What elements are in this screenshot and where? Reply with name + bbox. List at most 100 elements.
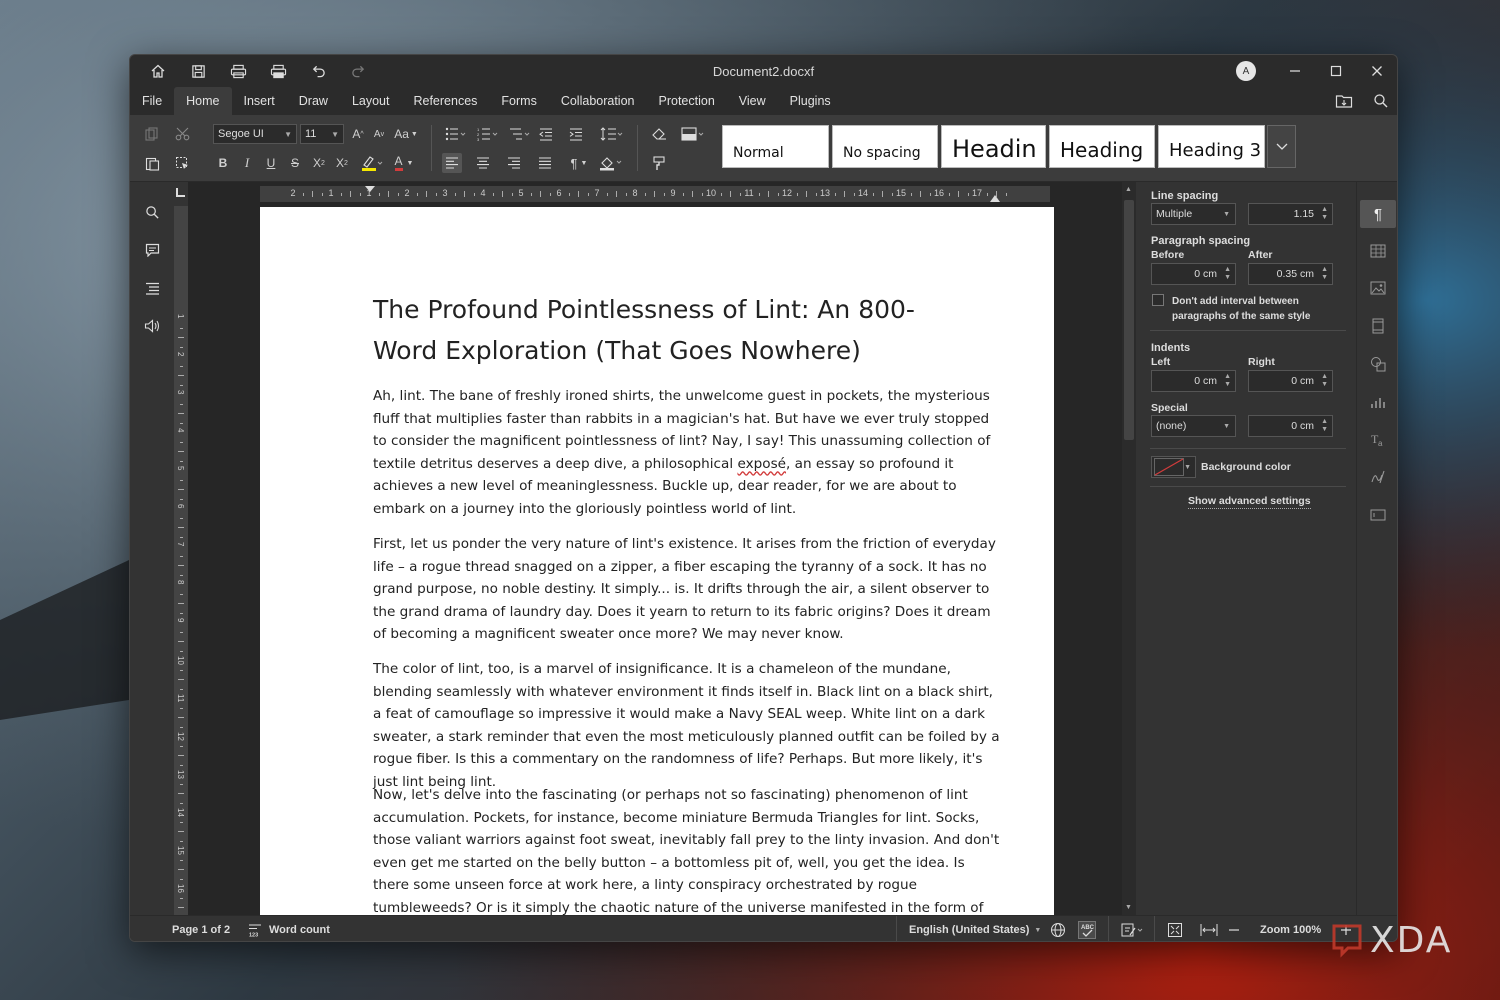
print-icon[interactable] [218, 55, 258, 87]
menu-file[interactable]: File [130, 87, 174, 115]
select-all-icon[interactable] [172, 153, 192, 173]
close-button[interactable] [1356, 55, 1397, 87]
font-color-button[interactable]: A ▼ [390, 153, 418, 173]
tab-type-icon[interactable] [176, 188, 185, 197]
chart-settings-icon[interactable] [1367, 391, 1389, 413]
search-icon[interactable] [1373, 93, 1389, 109]
bold-button[interactable]: B [214, 153, 232, 173]
menu-protection[interactable]: Protection [647, 87, 727, 115]
spacing-after-field[interactable]: 0.35 cm ▲ ▼ [1248, 263, 1333, 285]
document-page[interactable]: The Profound Pointlessness of Lint: An 8… [260, 207, 1054, 915]
comments-icon[interactable] [142, 240, 162, 260]
image-settings-icon[interactable] [1367, 277, 1389, 299]
paragraph-settings-icon[interactable]: ¶ [1360, 200, 1396, 228]
align-right-button[interactable] [504, 153, 524, 173]
indent-right-field[interactable]: 0 cm ▲ ▼ [1248, 370, 1333, 392]
decrease-font-button[interactable]: Av [370, 124, 388, 144]
show-formatting-marks-icon[interactable]: ¶ ▼ [566, 153, 592, 173]
special-indent-select[interactable]: (none) ▼ [1151, 415, 1236, 437]
language-selector[interactable]: English (United States) ▼ [896, 916, 1041, 941]
background-color-picker[interactable]: ▼ [1151, 456, 1196, 478]
scroll-up-icon[interactable]: ▲ [1125, 186, 1132, 193]
styles-expand-button[interactable] [1267, 125, 1296, 168]
text-art-settings-icon[interactable]: Ta [1367, 429, 1389, 451]
open-file-location-icon[interactable] [1335, 93, 1353, 109]
track-changes-icon[interactable] [1108, 916, 1145, 941]
minimize-button[interactable] [1274, 55, 1315, 87]
speaker-icon[interactable] [142, 316, 162, 336]
underline-button[interactable]: U [262, 153, 280, 173]
line-spacing-value-field[interactable]: 1.15 ▲ ▼ [1248, 203, 1333, 225]
copy-style-icon[interactable] [649, 153, 669, 173]
redo-icon[interactable] [338, 55, 378, 87]
change-case-button[interactable]: Aa ▼ [392, 124, 420, 144]
align-left-button[interactable] [442, 153, 462, 173]
shape-settings-icon[interactable] [1367, 353, 1389, 375]
style-heading-3[interactable]: Heading 3 [1158, 125, 1265, 168]
signature-settings-icon[interactable] [1367, 466, 1389, 488]
menu-collaboration[interactable]: Collaboration [549, 87, 647, 115]
cut-icon[interactable] [172, 124, 192, 144]
superscript-button[interactable]: X2 [310, 153, 328, 173]
quick-print-icon[interactable] [258, 55, 298, 87]
strikethrough-button[interactable]: S [286, 153, 304, 173]
font-name-select[interactable]: Segoe UI ▼ [213, 124, 297, 144]
home-icon[interactable] [138, 55, 178, 87]
menu-home[interactable]: Home [174, 87, 232, 115]
align-center-button[interactable] [473, 153, 493, 173]
right-indent-marker[interactable] [990, 195, 1000, 202]
menu-plugins[interactable]: Plugins [778, 87, 843, 115]
page-indicator[interactable]: Page 1 of 2 [172, 916, 230, 941]
maximize-button[interactable] [1315, 55, 1356, 87]
paste-icon[interactable] [142, 153, 162, 173]
copy-icon[interactable] [142, 124, 162, 144]
menu-view[interactable]: View [727, 87, 778, 115]
undo-icon[interactable] [298, 55, 338, 87]
increase-font-button[interactable]: A ^ [349, 124, 367, 144]
menu-forms[interactable]: Forms [489, 87, 548, 115]
spell-check-icon[interactable]: ABC [1078, 916, 1096, 941]
increase-indent-button[interactable] [566, 124, 586, 144]
bullets-button[interactable] [442, 124, 470, 144]
menu-insert[interactable]: Insert [232, 87, 287, 115]
zoom-level[interactable]: Zoom 100% [1260, 916, 1321, 941]
no-interval-checkbox[interactable] [1152, 294, 1164, 306]
zoom-out-icon[interactable] [1228, 916, 1240, 941]
navigation-icon[interactable] [142, 278, 162, 298]
menu-layout[interactable]: Layout [340, 87, 402, 115]
show-advanced-settings-link[interactable]: Show advanced settings [1188, 495, 1311, 509]
clear-formatting-icon[interactable] [649, 124, 669, 144]
word-count-button[interactable]: 123 Word count [248, 916, 330, 941]
spacing-before-field[interactable]: 0 cm ▲ ▼ [1151, 263, 1236, 285]
document-language-icon[interactable] [1050, 916, 1066, 941]
left-indent-marker[interactable] [365, 186, 375, 192]
subscript-button[interactable]: X2 [333, 153, 351, 173]
shading-icon[interactable] [596, 153, 626, 173]
form-settings-icon[interactable] [1367, 504, 1389, 526]
multilevel-list-button[interactable] [506, 124, 534, 144]
misspelled-word[interactable]: exposé [737, 456, 786, 472]
color-scheme-icon[interactable] [679, 124, 707, 144]
search-icon[interactable] [142, 202, 162, 222]
fit-width-icon[interactable] [1200, 916, 1218, 941]
style-normal[interactable]: Normal [722, 125, 829, 168]
decrease-indent-button[interactable] [536, 124, 556, 144]
horizontal-ruler[interactable]: 2 1 1 2 3 4 5 6 7 8 9 10 11 12 13 14 15 16 17 [260, 186, 1050, 202]
indent-left-field[interactable]: 0 cm ▲ ▼ [1151, 370, 1236, 392]
scrollbar-thumb[interactable] [1124, 200, 1134, 440]
font-size-select[interactable]: 11 ▼ [300, 124, 344, 144]
style-heading-2[interactable]: Heading [1049, 125, 1155, 168]
table-settings-icon[interactable] [1367, 240, 1389, 262]
line-spacing-button[interactable] [597, 124, 627, 144]
save-icon[interactable] [178, 55, 218, 87]
special-indent-amount-field[interactable]: 0 cm ▲ ▼ [1248, 415, 1333, 437]
header-footer-settings-icon[interactable] [1367, 315, 1389, 337]
scroll-down-icon[interactable]: ▼ [1125, 904, 1132, 911]
justify-button[interactable] [535, 153, 555, 173]
numbering-button[interactable]: 123 [474, 124, 502, 144]
line-spacing-mode-select[interactable]: Multiple ▼ [1151, 203, 1236, 225]
style-heading-1[interactable]: Headin [941, 125, 1046, 168]
fit-page-icon[interactable] [1154, 916, 1183, 941]
highlight-color-button[interactable] [358, 153, 386, 173]
user-avatar[interactable]: A [1236, 61, 1256, 81]
